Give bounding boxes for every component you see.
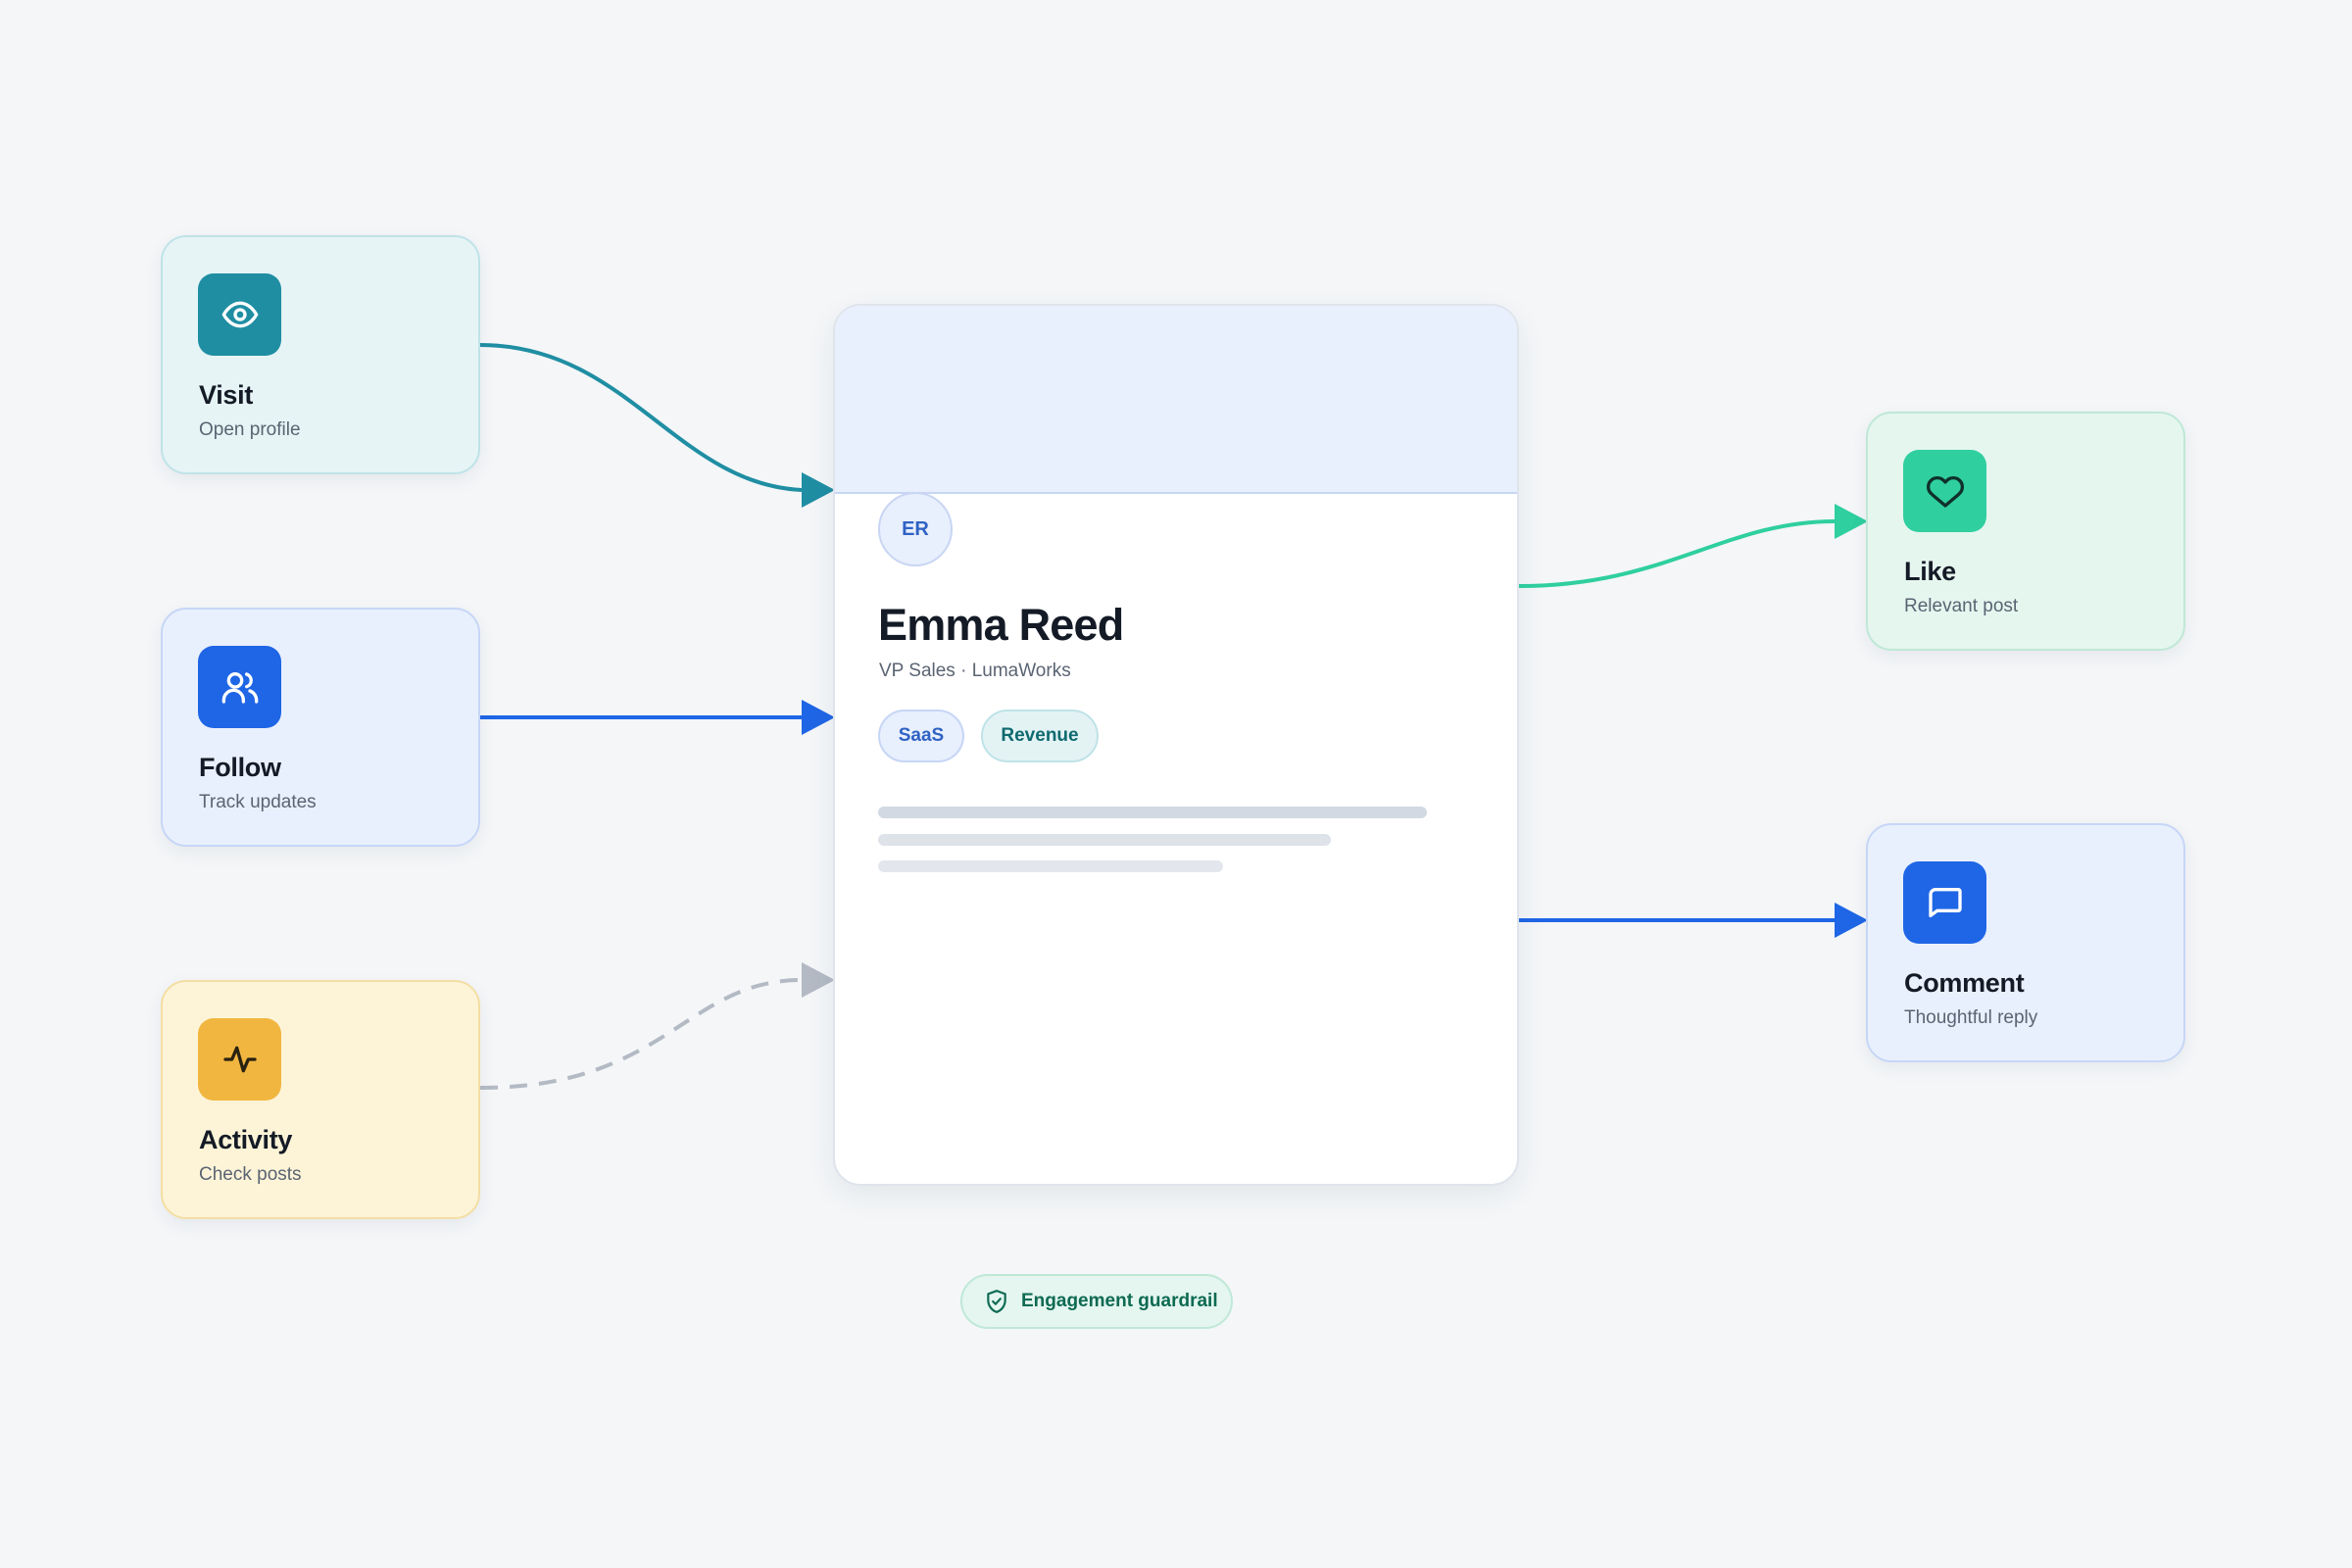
arrowhead-activity bbox=[802, 962, 835, 998]
node-activity[interactable]: Activity Check posts bbox=[161, 980, 480, 1219]
avatar[interactable]: ER bbox=[878, 492, 953, 566]
node-title: Visit bbox=[199, 380, 254, 410]
skeleton-line bbox=[878, 807, 1427, 818]
node-title: Follow bbox=[199, 753, 281, 782]
users-icon bbox=[198, 646, 281, 728]
skeleton-line bbox=[878, 834, 1331, 846]
profile-banner bbox=[835, 306, 1517, 494]
tag-revenue[interactable]: Revenue bbox=[981, 710, 1099, 762]
node-subtitle: Relevant post bbox=[1904, 596, 2019, 616]
skeleton-line bbox=[878, 860, 1223, 872]
node-visit[interactable]: Visit Open profile bbox=[161, 235, 480, 474]
badge-label: Engagement guardrail bbox=[1021, 1291, 1218, 1311]
node-title: Activity bbox=[199, 1125, 293, 1154]
connector-like bbox=[1518, 519, 1836, 588]
node-subtitle: Track updates bbox=[199, 792, 317, 812]
node-title: Like bbox=[1904, 557, 1956, 586]
arrowhead-comment bbox=[1835, 903, 1868, 938]
eye-icon bbox=[198, 273, 281, 356]
profile-role: VP Sales · LumaWorks bbox=[879, 661, 1071, 681]
connector-activity bbox=[479, 978, 803, 1090]
message-square-icon bbox=[1903, 861, 1986, 944]
engagement-guardrail-badge[interactable]: Engagement guardrail bbox=[960, 1274, 1233, 1329]
profile-name: Emma Reed bbox=[878, 600, 1124, 650]
arrowhead-visit bbox=[802, 472, 835, 508]
tag-saas[interactable]: SaaS bbox=[878, 710, 964, 762]
node-title: Comment bbox=[1904, 968, 2025, 998]
activity-pulse-icon bbox=[198, 1018, 281, 1101]
node-comment[interactable]: Comment Thoughtful reply bbox=[1866, 823, 2185, 1062]
node-subtitle: Check posts bbox=[199, 1164, 302, 1185]
node-subtitle: Open profile bbox=[199, 419, 301, 440]
connector-visit bbox=[479, 343, 803, 492]
node-follow[interactable]: Follow Track updates bbox=[161, 608, 480, 847]
arrowhead-follow bbox=[802, 700, 835, 735]
node-like[interactable]: Like Relevant post bbox=[1866, 412, 2185, 651]
node-subtitle: Thoughtful reply bbox=[1904, 1007, 2038, 1028]
shield-check-icon bbox=[987, 1290, 1006, 1313]
arrowhead-like bbox=[1835, 504, 1868, 539]
heart-icon bbox=[1903, 450, 1986, 532]
profile-card[interactable]: ER Emma Reed VP Sales · LumaWorks SaaS R… bbox=[833, 304, 1519, 1186]
